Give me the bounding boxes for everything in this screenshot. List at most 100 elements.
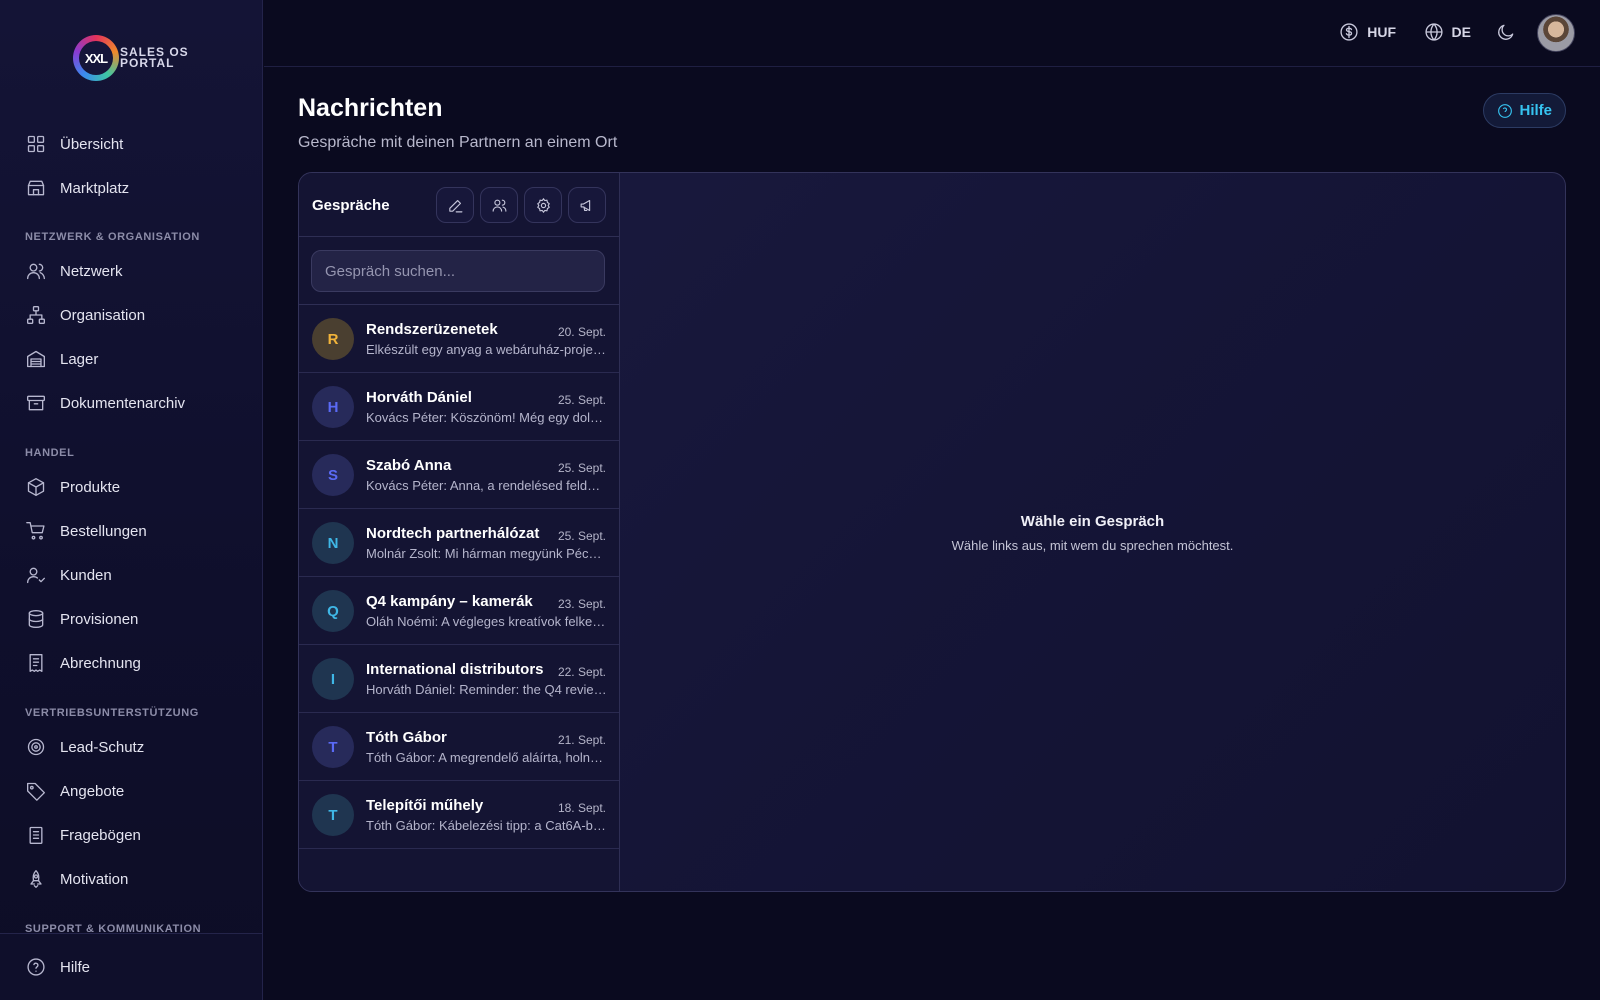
messages-panel: Gespräche R Rendszerüzenetek 20. Sept. Elké…	[298, 172, 1566, 892]
sidebar-item-label: Organisation	[60, 306, 146, 324]
conversation-name: Tóth Gábor	[366, 729, 447, 746]
sidebar-item-label: Lead-Schutz	[60, 738, 145, 756]
grid-icon	[25, 133, 47, 155]
sidebar-item-lager[interactable]: Lager	[25, 344, 245, 374]
brand-logo[interactable]: XXL SALES OS PORTAL	[73, 35, 189, 81]
sidebar-item-marktplatz[interactable]: Marktplatz	[25, 173, 245, 203]
sidebar-item-bestellungen[interactable]: Bestellungen	[25, 516, 245, 546]
conversation-preview: Elkészült egy anyag a webáruház-projekth…	[366, 342, 607, 357]
sidebar-item-label: Fragebögen	[60, 826, 141, 844]
conversation-item[interactable]: N Nordtech partnerhálózat 25. Sept. Molnár …	[299, 509, 619, 577]
conversation-date: 23. Sept.	[557, 597, 606, 611]
sidebar-item-label: Übersicht	[60, 135, 124, 153]
empty-state-subtitle: Wähle links aus, mit wem du sprechen möc…	[951, 538, 1234, 553]
sidebar-item-dokumentenarchiv[interactable]: Dokumentenarchiv	[25, 388, 245, 418]
conversation-name: Telepítői műhely	[366, 797, 484, 814]
sidebar-item-netzwerk[interactable]: Netzwerk	[25, 256, 245, 286]
conversation-item[interactable]: T Telepítői műhely 18. Sept. Tóth Gábor: Ká…	[299, 781, 619, 849]
edit-icon	[448, 199, 462, 212]
conversation-item[interactable]: R Rendszerüzenetek 20. Sept. Elkészült egy …	[299, 305, 619, 373]
help-circle-icon	[1498, 103, 1513, 118]
megaphone-icon	[580, 199, 590, 211]
logo-mark: XXL	[79, 41, 113, 75]
conversation-preview: Tóth Gábor: Kábelezési tipp: a Cat6A-ból…	[366, 818, 607, 833]
help-button[interactable]: Hilfe	[1483, 93, 1566, 128]
conversation-date: 22. Sept.	[557, 665, 606, 679]
conversation-list: R Rendszerüzenetek 20. Sept. Elkészült egy …	[299, 305, 619, 849]
conversation-preview: Horváth Dániel: Reminder: the Q4 review …	[366, 682, 607, 697]
logo-text: SALES OS PORTAL	[120, 46, 189, 70]
sidebar-item-lead-schutz[interactable]: Lead-Schutz	[25, 732, 245, 762]
conversation-avatar: I	[312, 658, 354, 700]
target-icon	[25, 736, 47, 758]
conversation-avatar: Q	[312, 590, 354, 632]
currency-selector[interactable]: HUF	[1339, 22, 1396, 42]
conversation-avatar: T	[312, 794, 354, 836]
sidebar-item-label: Angebote	[60, 782, 125, 800]
logo-text-line2: PORTAL	[120, 56, 175, 70]
sidebar-item-label: Kunden	[60, 566, 112, 584]
conversation-avatar: S	[312, 454, 354, 496]
conversation-date: 25. Sept.	[557, 393, 606, 407]
sidebar-item-provisionen[interactable]: Provisionen	[25, 604, 245, 634]
cart-icon	[25, 520, 47, 542]
conversation-avatar: T	[312, 726, 354, 768]
sidebar-item-produkte[interactable]: Produkte	[25, 472, 245, 502]
sidebar-item-kunden[interactable]: Kunden	[25, 560, 245, 590]
empty-conversation-state: Wähle ein Gespräch Wähle links aus, mit …	[620, 513, 1565, 553]
conversation-list-header: Gespräche	[299, 173, 619, 237]
conversation-name: Rendszerüzenetek	[366, 321, 498, 338]
logo-ring: XXL	[73, 35, 119, 81]
database-icon	[25, 608, 47, 630]
sidebar-item-uebersicht[interactable]: Übersicht	[25, 129, 245, 159]
broadcast-button[interactable]	[568, 187, 606, 223]
sidebar-item-hilfe[interactable]: Hilfe	[25, 952, 245, 982]
sidebar-item-label: Produkte	[60, 478, 121, 496]
conversation-name: Nordtech partnerhálózat	[366, 525, 540, 542]
conversation-item[interactable]: S Szabó Anna 25. Sept. Kovács Péter: Anna, …	[299, 441, 619, 509]
box-icon	[25, 476, 47, 498]
conversation-preview: Kovács Péter: Köszönöm! Még egy dolog: k…	[366, 410, 607, 425]
conversation-item[interactable]: I International distributors 22. Sept. Horv…	[299, 645, 619, 713]
dollar-circle-icon	[1340, 23, 1358, 41]
sidebar-item-angebote[interactable]: Angebote	[25, 776, 245, 806]
users-icon	[25, 260, 47, 282]
clipboard-icon	[25, 824, 47, 846]
topbar: HUF DE	[264, 0, 1600, 67]
conversation-search-input[interactable]	[311, 250, 605, 292]
new-group-button[interactable]	[480, 187, 518, 223]
sidebar-item-label: Marktplatz	[60, 179, 130, 197]
conversation-avatar: H	[312, 386, 354, 428]
conversation-item[interactable]: Q Q4 kampány – kamerák 23. Sept. Oláh Noémi…	[299, 577, 619, 645]
conversation-date: 21. Sept.	[557, 733, 606, 747]
warehouse-icon	[25, 348, 47, 370]
conversation-preview: Oláh Noémi: A végleges kreatívok felkerü…	[366, 614, 607, 629]
sidebar-footer: Hilfe	[0, 933, 262, 1000]
language-selector[interactable]: DE	[1424, 22, 1471, 42]
conversation-list-column: Gespräche R Rendszerüzenetek 20. Sept. Elké…	[299, 173, 620, 891]
org-chart-icon	[25, 304, 47, 326]
sidebar-item-frageboegen[interactable]: Fragebögen	[25, 820, 245, 850]
section-title-handel: HANDEL	[25, 447, 75, 459]
conversation-avatar: R	[312, 318, 354, 360]
sidebar-item-organisation[interactable]: Organisation	[25, 300, 245, 330]
chat-settings-button[interactable]	[524, 187, 562, 223]
receipt-icon	[25, 652, 47, 674]
conversation-date: 20. Sept.	[557, 325, 606, 339]
conversation-name: Horváth Dániel	[366, 389, 472, 406]
sidebar-item-abrechnung[interactable]: Abrechnung	[25, 648, 245, 678]
conversation-date: 25. Sept.	[557, 529, 606, 543]
page-subtitle: Gespräche mit deinen Partnern an einem O…	[298, 134, 618, 151]
conversation-item[interactable]: T Tóth Gábor 21. Sept. Tóth Gábor: A megren…	[299, 713, 619, 781]
user-avatar[interactable]	[1537, 14, 1575, 52]
new-message-button[interactable]	[436, 187, 474, 223]
currency-label: HUF	[1367, 24, 1396, 40]
sidebar-item-motivation[interactable]: Motivation	[25, 864, 245, 894]
conversation-date: 25. Sept.	[557, 461, 606, 475]
section-title-vertrieb: VERTRIEBSUNTERSTÜTZUNG	[25, 707, 199, 719]
theme-toggle[interactable]	[1496, 22, 1516, 42]
sidebar-item-label: Netzwerk	[60, 262, 123, 280]
conversation-item[interactable]: H Horváth Dániel 25. Sept. Kovács Péter: Kö…	[299, 373, 619, 441]
conversation-date: 18. Sept.	[557, 801, 606, 815]
conversation-name: Q4 kampány – kamerák	[366, 593, 533, 610]
